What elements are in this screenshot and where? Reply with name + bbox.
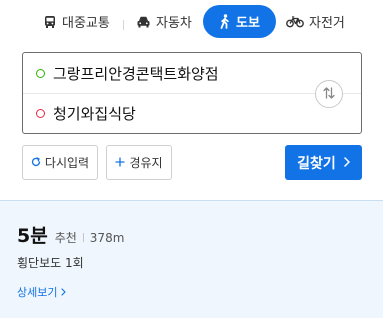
start-location-field[interactable]: 그랑프리안경콘택트화양점 [23, 53, 313, 93]
add-waypoint-button[interactable]: 경유지 [106, 145, 172, 180]
tab-walk[interactable]: 도보 [203, 5, 276, 38]
chevron-right-icon [61, 286, 67, 299]
route-input-box: 그랑프리안경콘택트화양점 청기와집식당 [22, 52, 362, 134]
reset-input-button[interactable]: 다시입력 [22, 145, 98, 180]
add-waypoint-label: 경유지 [129, 156, 163, 170]
route-result-panel[interactable]: 5분 추천 378m 횡단보도 1회 상세보기 [0, 200, 383, 318]
reset-input-label: 다시입력 [44, 156, 90, 170]
bus-icon [43, 15, 57, 29]
plus-icon [115, 156, 126, 170]
tab-transit-label: 대중교통 [62, 16, 110, 31]
tab-car[interactable]: 자동차 [136, 5, 192, 38]
end-location-field[interactable]: 청기와집식당 [23, 93, 313, 133]
start-dot-icon [36, 68, 45, 78]
find-route-label: 길찾기 [297, 155, 336, 172]
swap-route-button[interactable] [315, 80, 343, 108]
tab-bike[interactable]: 자전거 [286, 5, 345, 38]
view-details-link[interactable]: 상세보기 [17, 284, 67, 300]
start-location-text: 그랑프리안경콘택트화양점 [53, 64, 219, 83]
walking-person-icon [219, 14, 231, 29]
result-duration: 5분 [17, 225, 48, 247]
result-separator [82, 233, 84, 242]
car-icon [136, 15, 151, 29]
view-details-label: 상세보기 [17, 286, 58, 299]
bicycle-icon [286, 15, 304, 28]
result-crosswalk-count: 횡단보도 1회 [17, 256, 84, 270]
tab-car-label: 자동차 [156, 16, 192, 31]
result-distance: 378m [89, 231, 125, 245]
tab-bike-label: 자전거 [309, 16, 345, 31]
result-summary: 5분 추천 378m [17, 221, 124, 248]
swap-arrows-icon [322, 85, 336, 104]
tab-walk-label: 도보 [236, 16, 260, 31]
end-dot-icon [36, 108, 45, 118]
find-route-button[interactable]: 길찾기 [285, 145, 362, 180]
tab-divider [123, 20, 124, 30]
end-location-text: 청기와집식당 [53, 104, 136, 123]
refresh-icon [31, 156, 41, 170]
chevron-right-icon [344, 155, 350, 171]
result-recommend-badge: 추천 [54, 231, 77, 245]
tab-transit[interactable]: 대중교통 [43, 5, 110, 38]
travel-mode-tabs: 대중교통 자동차 도보 자전거 [0, 5, 383, 38]
